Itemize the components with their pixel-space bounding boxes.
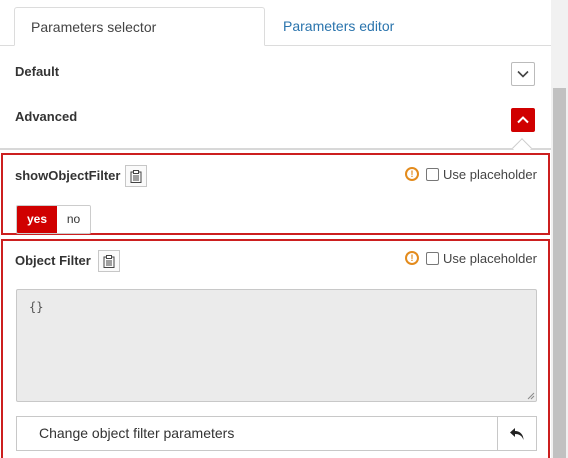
tab-bar: Parameters selector Parameters editor: [0, 0, 551, 46]
tab-parameters-selector[interactable]: Parameters selector: [14, 7, 265, 46]
clipboard-icon: [130, 169, 142, 183]
warning-icon: !: [405, 251, 419, 265]
param-name: showObjectFilter: [15, 168, 121, 183]
param-object-filter: Object Filter ! Use placeholder {} Chang…: [1, 239, 550, 458]
scrollbar-thumb[interactable]: [553, 88, 566, 458]
object-filter-textarea[interactable]: {}: [16, 289, 537, 402]
section-advanced-label: Advanced: [15, 109, 78, 124]
chevron-down-icon: [517, 70, 529, 78]
clipboard-icon: [103, 254, 115, 268]
param-show-object-filter: showObjectFilter ! Use placeholder yes n…: [1, 153, 550, 235]
use-placeholder-label[interactable]: Use placeholder: [443, 167, 537, 182]
scrollbar[interactable]: [551, 0, 568, 458]
change-object-filter-button[interactable]: Change object filter parameters: [16, 416, 498, 451]
section-divider: [0, 148, 551, 150]
use-placeholder-checkbox[interactable]: [426, 168, 439, 181]
section-default-label: Default: [15, 64, 60, 79]
copy-param-name-button[interactable]: [125, 165, 147, 187]
warning-icon: !: [405, 167, 419, 181]
undo-button[interactable]: [497, 416, 537, 451]
no-option[interactable]: no: [57, 206, 90, 233]
use-placeholder-checkbox[interactable]: [426, 252, 439, 265]
section-advanced[interactable]: Advanced: [0, 98, 551, 138]
yes-option[interactable]: yes: [17, 206, 57, 233]
resize-grip-icon[interactable]: [527, 392, 535, 400]
use-placeholder-label[interactable]: Use placeholder: [443, 251, 537, 266]
undo-icon: [510, 427, 524, 440]
copy-param-name-button[interactable]: [98, 250, 120, 272]
object-filter-value: {}: [29, 300, 44, 314]
advanced-collapse-button[interactable]: [511, 108, 535, 132]
param-name: Object Filter: [15, 253, 91, 268]
chevron-up-icon: [517, 116, 529, 124]
yes-no-toggle: yes no: [16, 205, 91, 234]
section-default[interactable]: Default: [0, 52, 551, 92]
tab-parameters-editor[interactable]: Parameters editor: [267, 7, 410, 46]
default-expand-button[interactable]: [511, 62, 535, 86]
